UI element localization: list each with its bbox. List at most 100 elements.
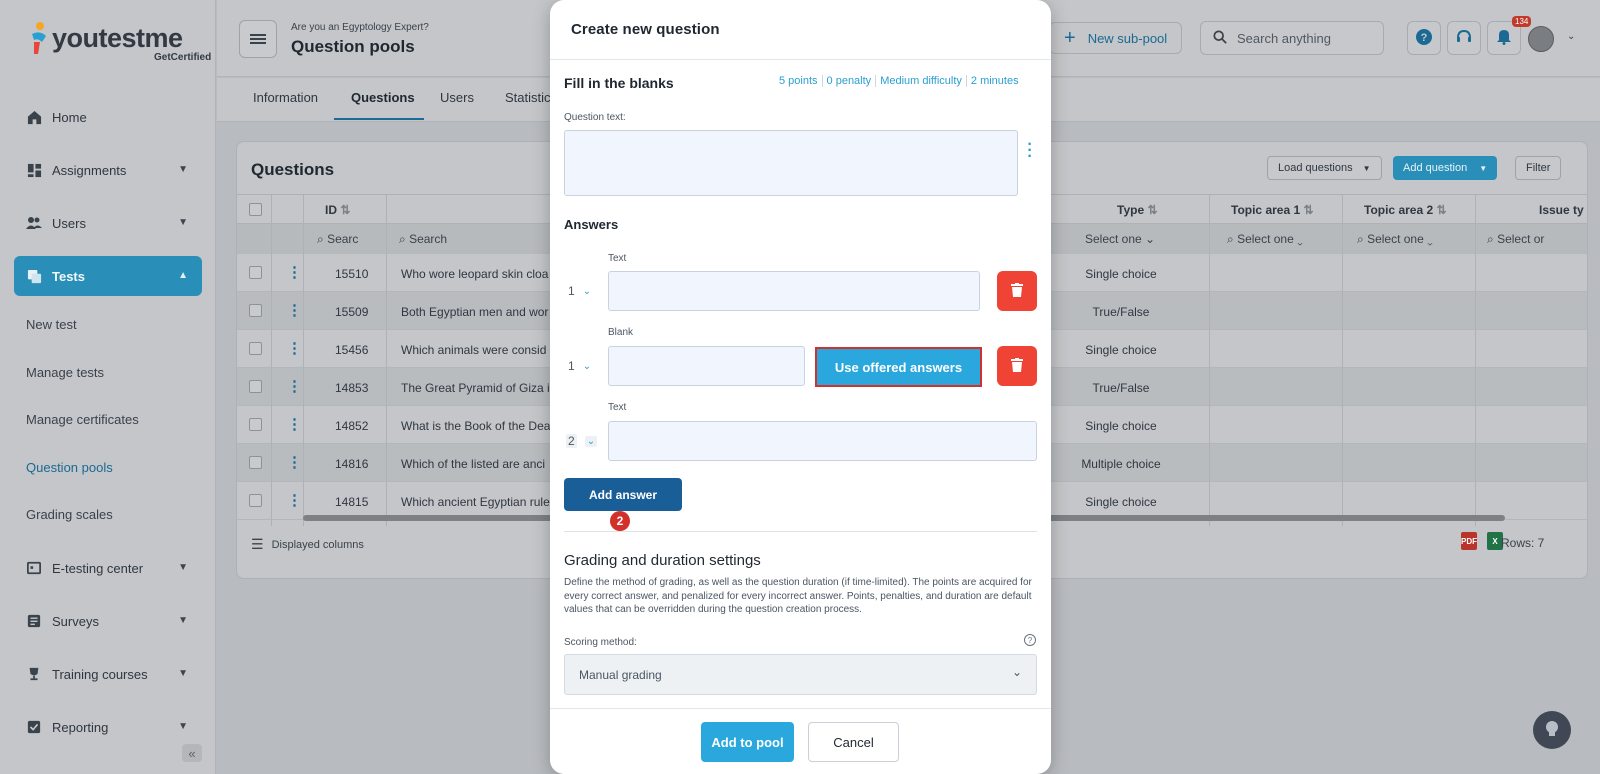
- help-circle-icon[interactable]: ?: [1024, 634, 1036, 646]
- row-menu-icon[interactable]: ⋮: [287, 417, 302, 433]
- row-checkbox[interactable]: [249, 456, 262, 469]
- type-filter-select[interactable]: Select one ⌄: [1085, 232, 1155, 246]
- displayed-columns-button[interactable]: ☰ Displayed columns: [251, 536, 364, 553]
- column-topic-area-2[interactable]: Topic area 2 ⇅: [1364, 203, 1447, 217]
- modal-title: Create new question: [571, 21, 720, 38]
- row-menu-icon[interactable]: ⋮: [287, 379, 302, 395]
- question-text-input[interactable]: [564, 130, 1018, 196]
- sidebar-item-training-courses[interactable]: Training courses ▼: [14, 654, 202, 694]
- row-menu-icon[interactable]: ⋮: [287, 341, 302, 357]
- collapse-sidebar-button[interactable]: «: [182, 744, 202, 762]
- answer-order-select[interactable]: 1 ⌄: [568, 284, 591, 298]
- support-button[interactable]: [1447, 21, 1481, 55]
- column-topic-area-1[interactable]: Topic area 1 ⇅: [1231, 203, 1314, 217]
- export-pdf-icon[interactable]: PDF: [1461, 532, 1477, 550]
- page-title: Question pools: [291, 37, 415, 56]
- tab-questions[interactable]: Questions: [351, 90, 415, 105]
- use-offered-answers-button[interactable]: Use offered answers: [815, 347, 982, 387]
- sidebar-item-home[interactable]: Home: [14, 97, 202, 137]
- difficulty-link[interactable]: Medium difficulty: [876, 75, 967, 87]
- sidebar-subitem-question-pools[interactable]: Question pools: [26, 460, 113, 475]
- answer-text-input[interactable]: [608, 271, 980, 311]
- row-checkbox[interactable]: [249, 418, 262, 431]
- chevron-down-icon[interactable]: ⌄: [1567, 31, 1575, 42]
- topic2-filter-select[interactable]: ⌕ Select one ⌄: [1357, 232, 1433, 247]
- row-checkbox[interactable]: [249, 494, 262, 507]
- add-question-button[interactable]: Add question ▼: [1393, 156, 1498, 180]
- rows-count: Rows: 7: [1501, 536, 1545, 550]
- sidebar-subitem-manage-certificates[interactable]: Manage certificates: [26, 412, 139, 427]
- text-filter-input[interactable]: ⌕ Search: [399, 232, 447, 247]
- load-questions-button[interactable]: Load questions ▼: [1267, 156, 1382, 180]
- sidebar-item-label: Users: [52, 215, 86, 231]
- select-all-checkbox[interactable]: [249, 203, 262, 216]
- id-filter-input[interactable]: ⌕ Searc: [317, 232, 358, 247]
- sidebar-item-users[interactable]: Users ▼: [14, 203, 202, 243]
- column-type[interactable]: Type ⇅: [1117, 203, 1158, 217]
- sidebar-item-label: Reporting: [52, 719, 109, 735]
- grading-section-title: Grading and duration settings: [564, 552, 761, 569]
- load-questions-label: Load questions: [1278, 162, 1353, 174]
- add-to-pool-button[interactable]: Add to pool: [701, 722, 794, 762]
- blank-answer-input[interactable]: [608, 346, 805, 386]
- filter-button[interactable]: Filter: [1515, 156, 1562, 180]
- topic1-filter-select[interactable]: ⌕ Select one ⌄: [1227, 232, 1303, 247]
- avatar[interactable]: [1528, 26, 1554, 52]
- create-question-modal: Create new question Fill in the blanks 5…: [550, 0, 1051, 774]
- row-checkbox[interactable]: [249, 304, 262, 317]
- logo[interactable]: youtestme GetCertified: [28, 20, 211, 63]
- sidebar-item-surveys[interactable]: Surveys ▼: [14, 601, 202, 641]
- bell-icon: [1496, 28, 1512, 48]
- duration-link[interactable]: 2 minutes: [967, 75, 1023, 87]
- new-sub-pool-button[interactable]: + New sub-pool: [1049, 22, 1183, 54]
- column-id[interactable]: ID ⇅: [325, 203, 350, 217]
- chevron-up-icon: ▲: [178, 270, 188, 281]
- svg-text:?: ?: [1421, 32, 1428, 44]
- scoring-method-select[interactable]: Manual grading ⌄: [564, 654, 1037, 695]
- column-issue-type[interactable]: Issue ty: [1539, 203, 1584, 217]
- sidebar-item-tests[interactable]: Tests ▲: [14, 256, 202, 296]
- lightbulb-icon: [1545, 720, 1559, 741]
- tips-button[interactable]: [1533, 711, 1571, 749]
- cancel-button[interactable]: Cancel: [808, 722, 899, 762]
- sidebar-item-label: Assignments: [52, 162, 127, 178]
- column-divider: [271, 194, 272, 526]
- row-menu-icon[interactable]: ⋮: [287, 303, 302, 319]
- help-button[interactable]: ?: [1407, 21, 1441, 55]
- trophy-icon: [26, 666, 42, 682]
- delete-answer-button[interactable]: [997, 271, 1037, 311]
- sidebar-subitem-manage-tests[interactable]: Manage tests: [26, 365, 104, 380]
- row-checkbox[interactable]: [249, 342, 262, 355]
- search-icon: [1213, 29, 1227, 47]
- answer-order-select[interactable]: 2 ⌄: [566, 434, 598, 448]
- points-link[interactable]: 5 points: [775, 75, 823, 87]
- answer-order-select[interactable]: 1 ⌄: [568, 359, 591, 373]
- sidebar-item-label: Surveys: [52, 613, 99, 629]
- row-checkbox[interactable]: [249, 380, 262, 393]
- row-menu-icon[interactable]: ⋮: [287, 265, 302, 281]
- tab-users[interactable]: Users: [440, 90, 474, 105]
- issue-filter-select[interactable]: ⌕ Select or: [1487, 232, 1544, 247]
- sidebar-subitem-new-test[interactable]: New test: [26, 317, 77, 332]
- delete-answer-button[interactable]: [997, 346, 1037, 386]
- tab-statistics[interactable]: Statistic: [505, 90, 551, 105]
- sidebar-item-reporting[interactable]: Reporting ▼: [14, 707, 202, 747]
- sidebar-item-e-testing-center[interactable]: E-testing center ▼: [14, 548, 202, 588]
- add-answer-button[interactable]: Add answer: [564, 478, 682, 511]
- penalty-link[interactable]: 0 penalty: [823, 75, 877, 87]
- row-menu-icon[interactable]: ⋮: [287, 455, 302, 471]
- menu-toggle-button[interactable]: [239, 20, 277, 58]
- sidebar-subitem-grading-scales[interactable]: Grading scales: [26, 507, 113, 522]
- row-checkbox[interactable]: [249, 266, 262, 279]
- sidebar-item-label: E-testing center: [52, 560, 144, 576]
- global-search-input[interactable]: Search anything: [1200, 21, 1384, 55]
- chevron-down-icon: ▼: [178, 615, 188, 626]
- trash-icon: [1011, 357, 1023, 375]
- sidebar-item-assignments[interactable]: Assignments ▼: [14, 150, 202, 190]
- row-menu-icon[interactable]: ⋮: [287, 493, 302, 509]
- chevron-down-icon: ⌄: [582, 285, 592, 297]
- more-options-icon[interactable]: · · ·: [1026, 137, 1034, 165]
- answer-text-input[interactable]: [608, 421, 1037, 461]
- tab-information[interactable]: Information: [253, 90, 318, 105]
- card-title: Questions: [251, 160, 335, 179]
